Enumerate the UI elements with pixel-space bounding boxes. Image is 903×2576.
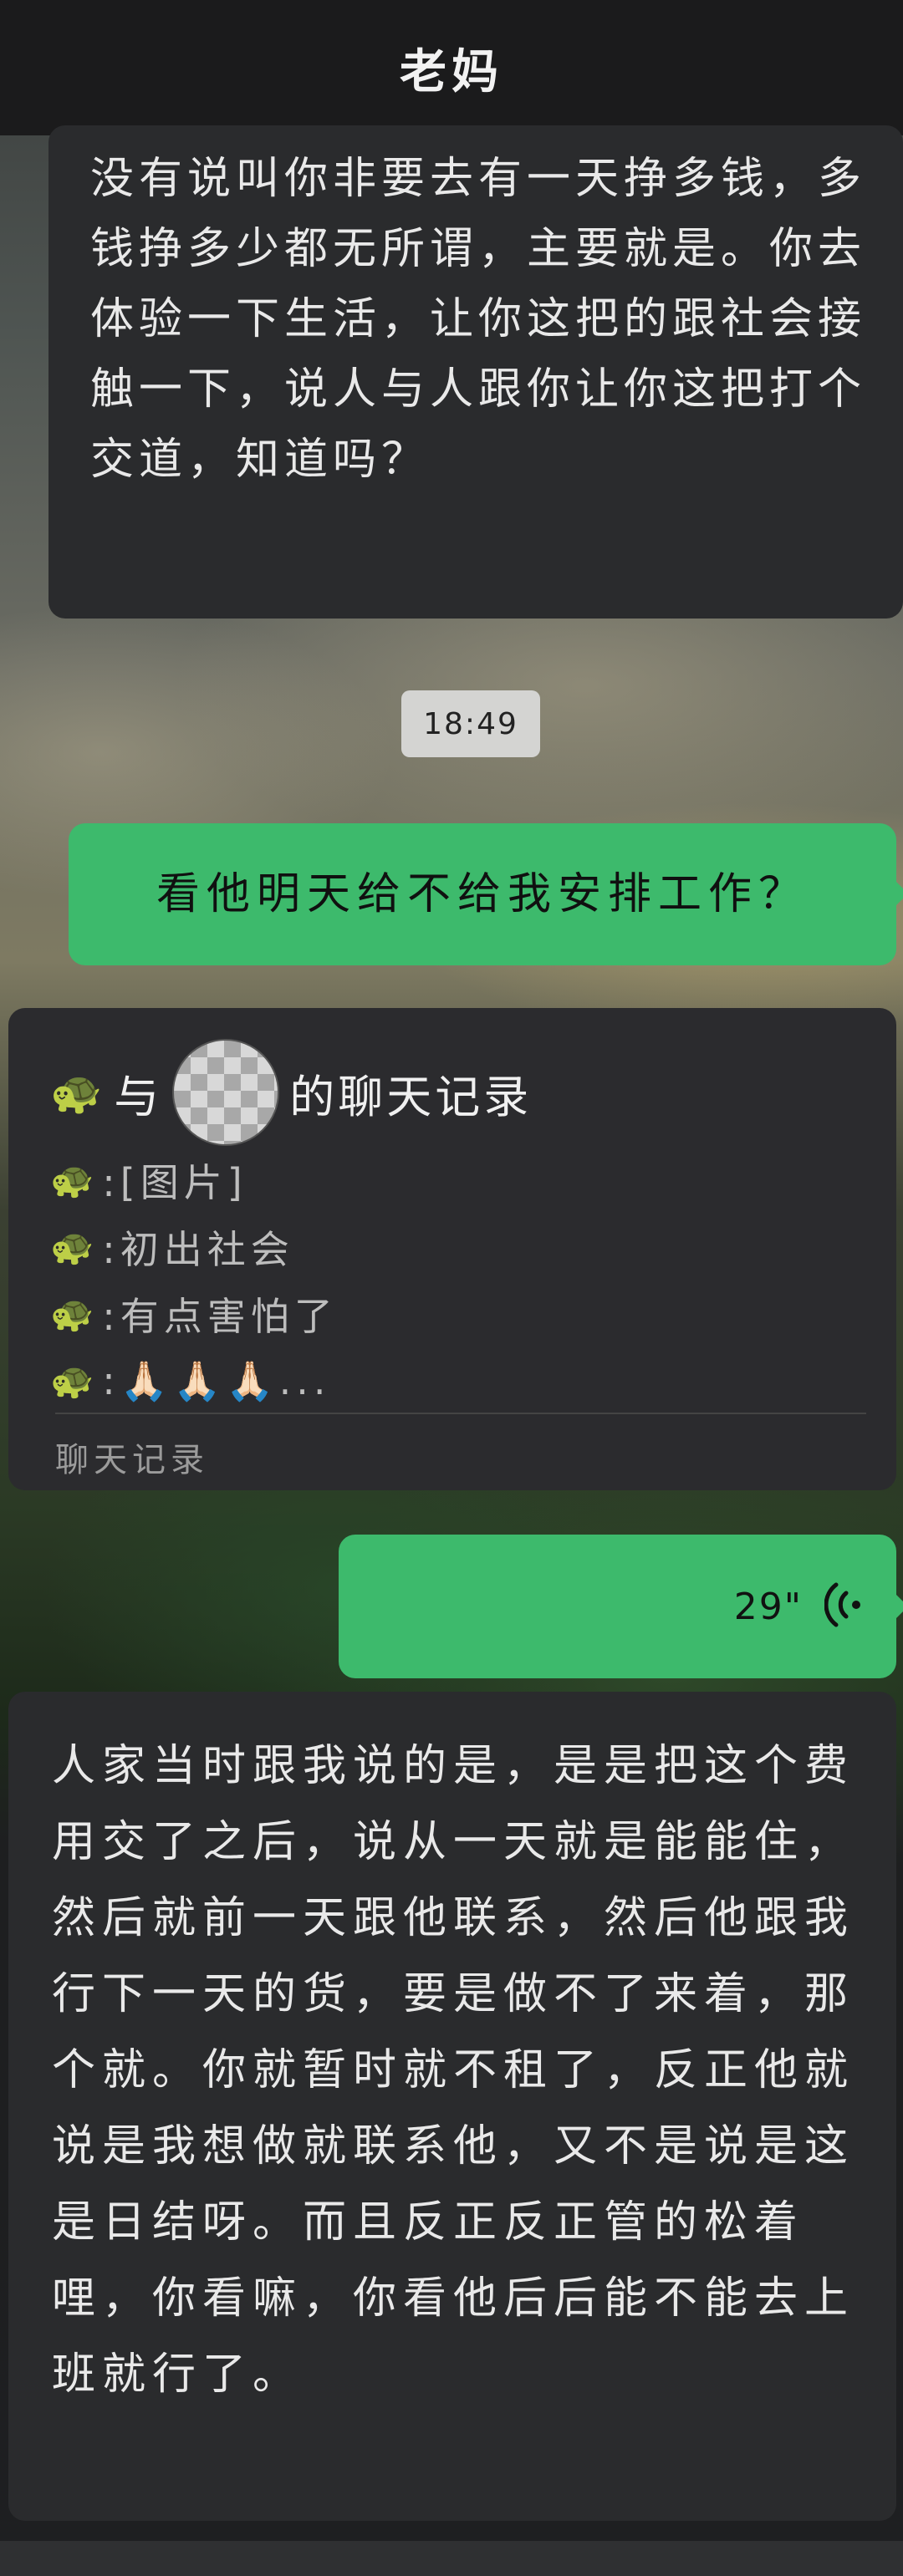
chat-header: 老妈 bbox=[0, 0, 903, 135]
history-line-text: :[图片] bbox=[102, 1160, 247, 1205]
history-line-text: :初出社会 bbox=[102, 1227, 294, 1272]
turtle-icon: 🐢 bbox=[50, 1293, 99, 1334]
voice-wave-icon bbox=[824, 1580, 863, 1633]
bottom-bar bbox=[0, 2541, 903, 2576]
card-title-suffix: 的聊天记录 bbox=[289, 1070, 533, 1123]
card-footer: 聊天记录 bbox=[55, 1441, 209, 1479]
message-text: 看他明天给不给我安排工作？ bbox=[156, 869, 809, 919]
turtle-icon: 🐢 bbox=[50, 1360, 99, 1401]
card-title-prefix: 与 bbox=[114, 1070, 163, 1123]
bubble-tail bbox=[896, 882, 903, 905]
incoming-message[interactable]: 人家当时跟我说的是，是是把这个费用交了之后，说从一天就是能能住，然后就前一天跟他… bbox=[8, 1692, 896, 2521]
bubble-tail bbox=[896, 1595, 903, 1618]
turtle-icon: 🐢 bbox=[50, 1226, 99, 1267]
message-text: 人家当时跟我说的是，是是把这个费用交了之后，说从一天就是能能住，然后就前一天跟他… bbox=[52, 1741, 855, 2400]
history-line: 🐢 :[图片] bbox=[50, 1147, 863, 1214]
voice-message[interactable]: 29" bbox=[339, 1535, 903, 1678]
message-text: 没有说叫你非要去有一天挣多钱，多钱挣多少都无所谓，主要就是。你去体验一下生活，让… bbox=[90, 154, 867, 485]
history-line: 🐢 :🙏🏻🙏🏻🙏🏻... bbox=[50, 1347, 863, 1414]
history-line: 🐢 :有点害怕了 bbox=[50, 1280, 863, 1347]
chat-history-card[interactable]: 🐢 与 的聊天记录 🐢 :[图片] 🐢 :初出社会 🐢 :有点害怕了 🐢 :🙏🏻… bbox=[8, 1008, 896, 1490]
avatar bbox=[172, 1039, 280, 1146]
history-line-text: :🙏🏻🙏🏻🙏🏻... bbox=[102, 1357, 331, 1403]
divider bbox=[55, 1413, 866, 1414]
voice-duration: 29" bbox=[733, 1585, 803, 1628]
history-line: 🐢 :初出社会 bbox=[50, 1214, 863, 1280]
turtle-icon: 🐢 bbox=[50, 1159, 99, 1200]
turtle-icon: 🐢 bbox=[50, 1067, 106, 1117]
card-title: 🐢 与 的聊天记录 bbox=[50, 1038, 863, 1147]
history-line-text: :有点害怕了 bbox=[102, 1294, 338, 1339]
outgoing-message[interactable]: 看他明天给不给我安排工作？ bbox=[69, 823, 903, 965]
timestamp: 18:49 bbox=[401, 690, 540, 757]
chat-title: 老妈 bbox=[400, 44, 503, 99]
incoming-message[interactable]: 没有说叫你非要去有一天挣多钱，多钱挣多少都无所谓，主要就是。你去体验一下生活，让… bbox=[48, 125, 903, 619]
